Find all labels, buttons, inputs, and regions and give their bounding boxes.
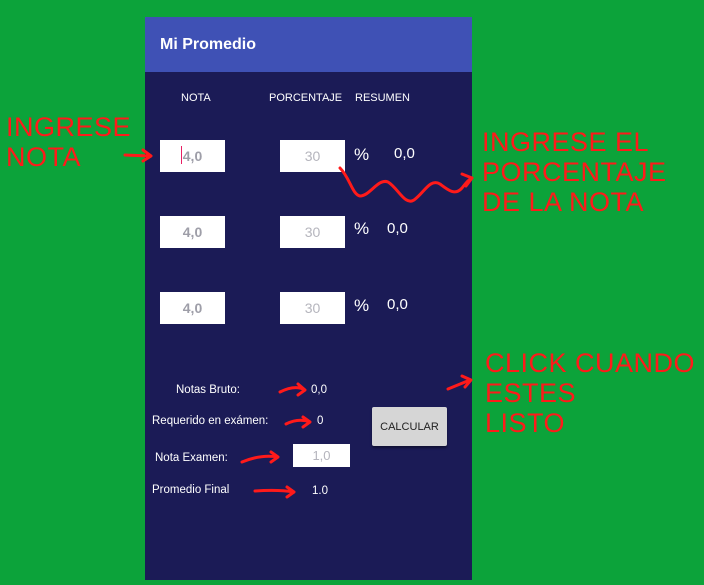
annotation-click-cuando: CLICK CUANDO ESTES LISTO <box>485 348 696 438</box>
annotation-ingrese-porcentaje: INGRESE EL PORCENTAJE DE LA NOTA <box>482 127 667 217</box>
annotation-arrows <box>123 148 474 499</box>
annotation-ingrese-nota: INGRESE NOTA <box>6 112 132 172</box>
arrow-to-notas-bruto <box>278 382 307 397</box>
arrow-to-promedio <box>253 485 296 499</box>
arrow-to-nota-examen <box>240 450 280 464</box>
arrow-to-calcular <box>446 374 473 391</box>
arrow-to-requerido <box>284 415 312 429</box>
arrow-to-porcentaje <box>338 166 474 203</box>
